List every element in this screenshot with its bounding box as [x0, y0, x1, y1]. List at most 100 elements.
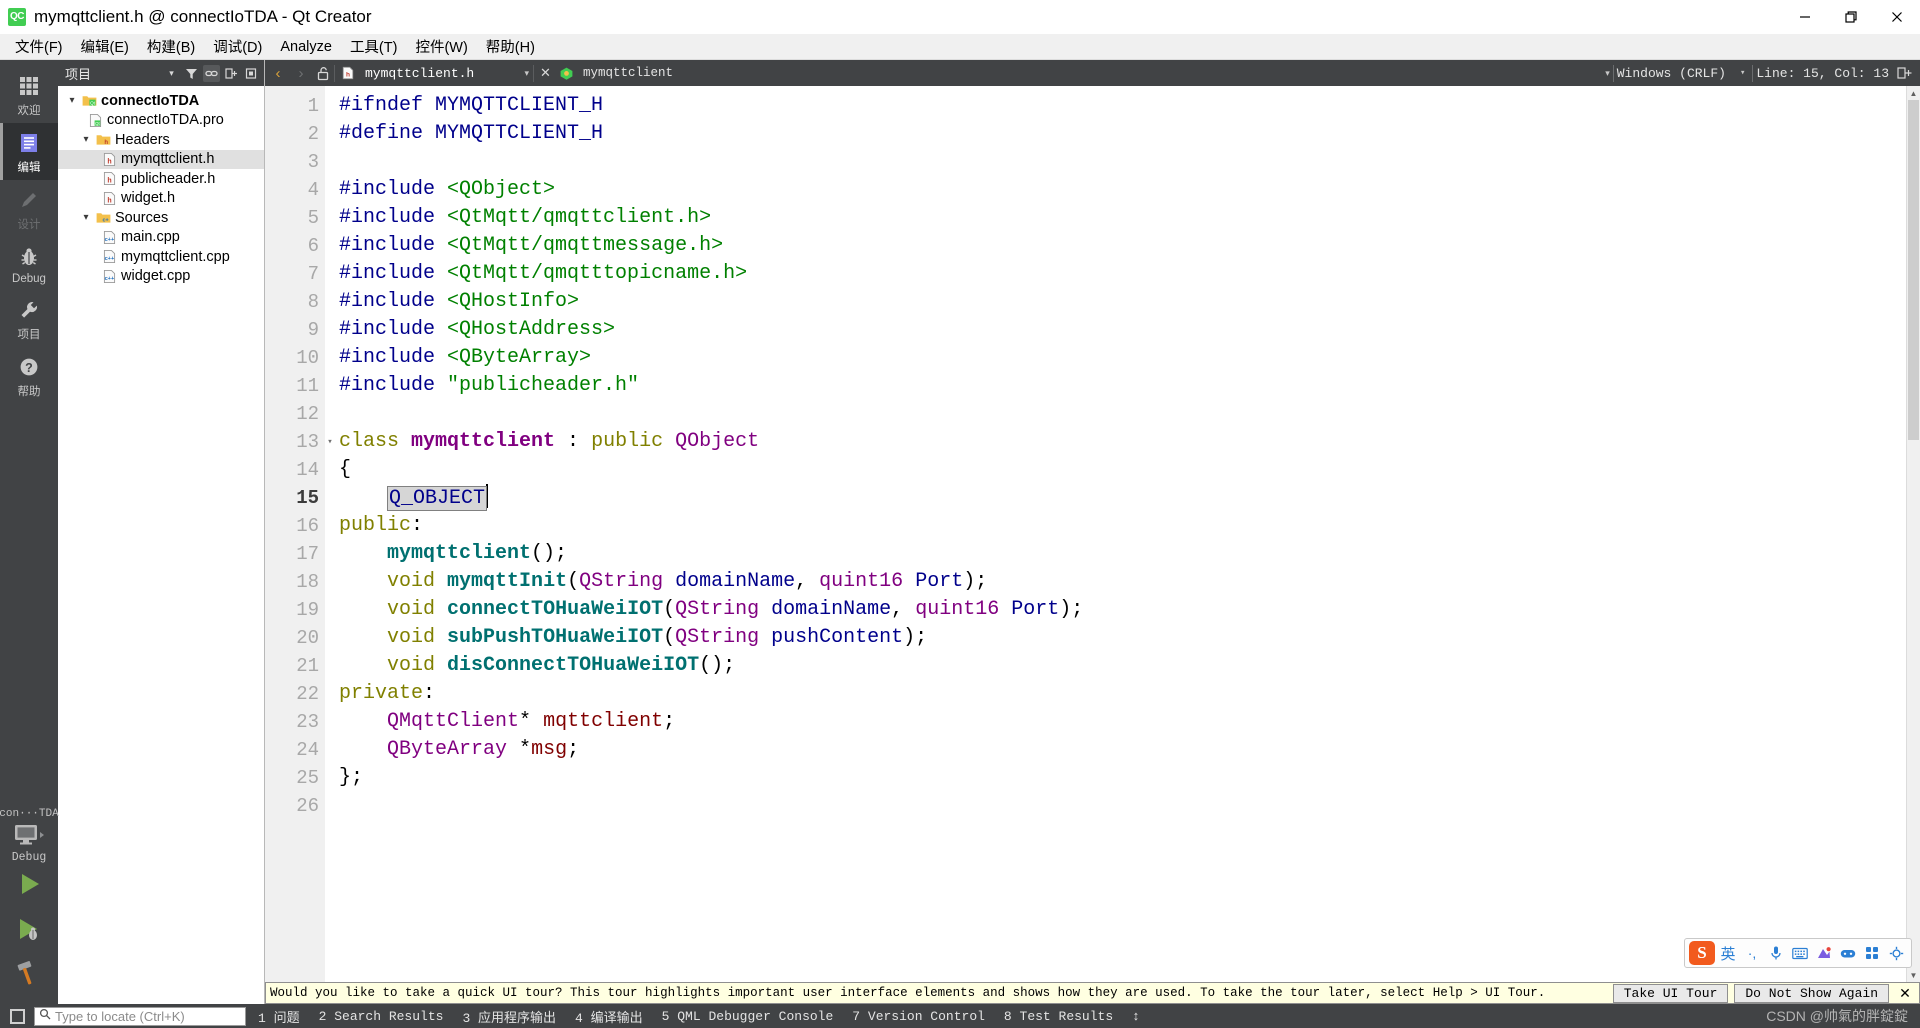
cursor-position-indicator[interactable]: Line: 15, Col: 13: [1756, 66, 1893, 81]
document-icon: [16, 130, 42, 156]
chevron-down-icon[interactable]: ▾: [1599, 68, 1610, 79]
chevron-down-icon[interactable]: ▾: [163, 65, 180, 82]
editor-vertical-scrollbar[interactable]: ▲ ▼: [1906, 86, 1920, 982]
expand-all-icon[interactable]: [223, 65, 240, 82]
chevron-down-icon[interactable]: ▾: [518, 68, 529, 79]
close-button[interactable]: [1874, 0, 1920, 34]
menu-bar: 文件(F) 编辑(E) 构建(B) 调试(D) Analyze 工具(T) 控件…: [0, 34, 1920, 60]
code-token: ;: [567, 738, 580, 761]
chevron-down-icon[interactable]: ▾: [1734, 68, 1745, 78]
scroll-track[interactable]: [1907, 100, 1920, 968]
output-pane-toggle-icon[interactable]: [10, 1008, 25, 1024]
tree-item-widget-cpp[interactable]: c++ widget.cpp: [58, 267, 264, 287]
kit-selector-label[interactable]: con···TDA: [0, 808, 59, 820]
scroll-up-icon[interactable]: ▲: [1907, 86, 1920, 100]
line-number: 2: [307, 123, 319, 145]
tree-item-sources[interactable]: ▾ c+ Sources: [58, 208, 264, 228]
menu-build[interactable]: 构建(B): [138, 34, 204, 59]
scroll-thumb[interactable]: [1908, 100, 1919, 440]
navigate-forward-button[interactable]: ›: [291, 65, 311, 82]
code-line: #include <QHostAddress>: [339, 316, 1920, 344]
split-editor-icon[interactable]: [1896, 65, 1913, 82]
debug-run-button[interactable]: [14, 914, 44, 949]
menu-file[interactable]: 文件(F): [6, 34, 72, 59]
settings-icon[interactable]: [1885, 942, 1907, 964]
twisty-icon[interactable]: ▾: [78, 212, 94, 223]
take-ui-tour-button[interactable]: Take UI Tour: [1612, 983, 1729, 1003]
twisty-icon[interactable]: ▾: [64, 95, 80, 106]
sogou-logo-icon[interactable]: S: [1689, 941, 1715, 965]
code-text-area[interactable]: #ifndef MYMQTTCLIENT_H #define MYMQTTCLIE…: [325, 86, 1920, 982]
menu-window[interactable]: 控件(W): [406, 34, 476, 59]
tree-label: mymqttclient.cpp: [121, 248, 230, 265]
status-panel-test-results[interactable]: 8 Test Results: [997, 1009, 1120, 1024]
tree-item-headers[interactable]: ▾ h Headers: [58, 130, 264, 150]
mode-help[interactable]: ? 帮助: [0, 347, 58, 404]
code-token: msg: [531, 738, 568, 761]
language-icon[interactable]: 英: [1717, 942, 1739, 964]
status-panel-updown-icon[interactable]: ↕: [1125, 1009, 1147, 1024]
run-controls: [14, 869, 44, 1004]
locator-input[interactable]: Type to locate (Ctrl+K): [34, 1006, 246, 1026]
code-token: #include: [339, 206, 448, 229]
mode-debug[interactable]: Debug: [0, 237, 58, 290]
editor-area[interactable]: 1 2 3 4 5 6 7 8 9 10 11 12 13 ▾ 14 15 16…: [265, 86, 1920, 982]
status-panel-issues[interactable]: 1 问题: [251, 1007, 307, 1026]
filter-icon[interactable]: [183, 65, 200, 82]
status-panel-search-results[interactable]: 2 Search Results: [312, 1009, 451, 1024]
tools-icon[interactable]: [1861, 942, 1883, 964]
status-panel-qml-debugger[interactable]: 5 QML Debugger Console: [655, 1009, 841, 1024]
close-banner-icon[interactable]: ✕: [1895, 985, 1915, 1002]
mode-edit[interactable]: 编辑: [0, 123, 58, 180]
project-tree[interactable]: ▾ Qt connectIoTDA Qt connectIoTDA.pro ▾ …: [58, 86, 264, 1004]
code-token: <QHostInfo>: [447, 290, 580, 313]
punctuation-icon[interactable]: ·,: [1741, 942, 1763, 964]
tree-item-mymqttclient-cpp[interactable]: c++ mymqttclient.cpp: [58, 247, 264, 267]
menu-analyze[interactable]: Analyze: [271, 37, 341, 57]
menu-edit[interactable]: 编辑(E): [72, 34, 138, 59]
close-file-button[interactable]: ✕: [537, 65, 554, 82]
tree-item-connectiotda-pro[interactable]: Qt connectIoTDA.pro: [58, 111, 264, 131]
restore-button[interactable]: [1828, 0, 1874, 34]
open-file-chip[interactable]: h mymqttclient.h ▾: [334, 64, 534, 82]
unlock-icon[interactable]: [314, 65, 331, 82]
link-icon[interactable]: [203, 64, 220, 82]
kit-selector[interactable]: Debug: [0, 822, 58, 869]
code-token: *: [519, 710, 544, 733]
skin-icon[interactable]: [1813, 942, 1835, 964]
tree-item-widget-h[interactable]: h widget.h: [58, 189, 264, 209]
menu-tools[interactable]: 工具(T): [341, 34, 407, 59]
game-icon[interactable]: [1837, 942, 1859, 964]
twisty-icon[interactable]: ▾: [78, 134, 94, 145]
code-token: QString: [675, 598, 760, 621]
keyboard-icon[interactable]: [1789, 942, 1811, 964]
symbol-selector[interactable]: mymqttclient ▾: [557, 66, 1610, 81]
mode-welcome[interactable]: 欢迎: [0, 66, 58, 123]
mode-projects[interactable]: 项目: [0, 290, 58, 347]
project-panel-title[interactable]: 项目: [65, 64, 160, 83]
tree-item-main-cpp[interactable]: c++ main.cpp: [58, 228, 264, 248]
line-number: 21: [296, 655, 319, 677]
do-not-show-again-button[interactable]: Do Not Show Again: [1734, 983, 1889, 1003]
scroll-down-icon[interactable]: ▼: [1907, 968, 1920, 982]
menu-help[interactable]: 帮助(H): [477, 34, 544, 59]
tree-item-connectiotda[interactable]: ▾ Qt connectIoTDA: [58, 91, 264, 111]
tree-item-publicheader-h[interactable]: h publicheader.h: [58, 169, 264, 189]
run-button[interactable]: [14, 869, 44, 904]
status-panel-compile-output[interactable]: 4 编译输出: [568, 1007, 650, 1026]
menu-debug[interactable]: 调试(D): [204, 34, 271, 59]
tree-item-mymqttclient-h[interactable]: h mymqttclient.h: [58, 149, 264, 169]
kit-mode-label: Debug: [11, 851, 47, 864]
line-ending-selector[interactable]: Windows (CRLF) ▾: [1617, 66, 1750, 81]
sogou-ime-toolbar[interactable]: S 英 ·,: [1684, 938, 1912, 968]
status-panel-app-output[interactable]: 3 应用程序输出: [455, 1007, 563, 1026]
minimize-button[interactable]: [1782, 0, 1828, 34]
microphone-icon[interactable]: [1765, 942, 1787, 964]
navigate-back-button[interactable]: ‹: [268, 65, 288, 82]
status-panel-version-control[interactable]: 7 Version Control: [845, 1009, 992, 1024]
sync-icon[interactable]: [243, 65, 260, 82]
build-button[interactable]: [14, 959, 44, 994]
code-token: quint16: [915, 598, 1000, 621]
